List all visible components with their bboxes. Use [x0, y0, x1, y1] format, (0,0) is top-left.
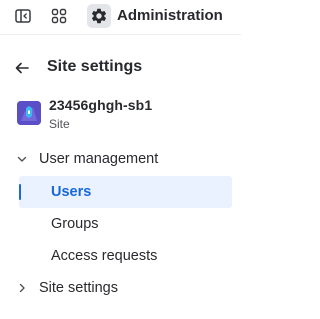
page-title: Site settings [47, 58, 143, 75]
arrow-left-icon [15, 62, 29, 74]
selected-indicator [19, 184, 21, 200]
app-switcher-button[interactable] [48, 5, 70, 27]
app-title: Administration [117, 7, 223, 24]
gear-icon [91, 8, 107, 24]
site-name: 23456ghgh-sb1 [49, 97, 153, 113]
sidebar-toggle-button[interactable] [12, 5, 34, 27]
page-header: Site settings [0, 54, 241, 82]
nav-item-label: Users [51, 184, 92, 200]
site-type-label: Site [49, 117, 70, 131]
sidebar-toggle-icon [15, 9, 31, 23]
nav-item-label: Groups [51, 216, 99, 232]
nav-group-label: Site settings [39, 280, 118, 296]
site-logo-icon [17, 101, 41, 125]
nav-group-label: User management [39, 151, 159, 167]
settings-button[interactable] [87, 4, 111, 28]
back-button[interactable] [11, 57, 33, 79]
chevron-down-icon [15, 152, 29, 166]
site-logo [17, 101, 41, 125]
chevron-right-icon [15, 281, 29, 295]
nav-item-groups[interactable]: Groups [19, 208, 232, 240]
header-divider [0, 34, 241, 35]
app-switcher-icon [51, 8, 67, 24]
nav-item-label: Access requests [51, 248, 158, 264]
nav-item-users[interactable]: Users [19, 176, 232, 208]
nav-group-user-management[interactable]: User management [0, 144, 241, 174]
site-info: 23456ghgh-sb1 Site [17, 96, 227, 132]
top-navigation-bar: Administration [0, 0, 241, 32]
nav-group-site-settings[interactable]: Site settings [0, 273, 241, 303]
nav-item-access-requests[interactable]: Access requests [19, 240, 232, 272]
